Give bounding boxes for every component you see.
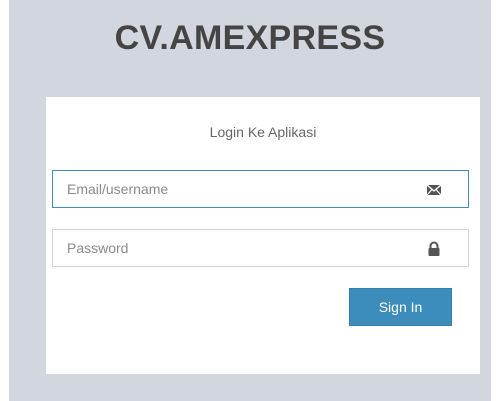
login-page: CV.AMEXPRESS Login Ke Aplikasi Email/use… <box>0 0 500 401</box>
sign-in-button[interactable]: Sign In <box>349 288 452 326</box>
login-box-message: Login Ke Aplikasi <box>209 124 317 140</box>
email-field[interactable] <box>52 170 469 208</box>
password-input[interactable] <box>53 230 427 266</box>
login-box: Login Ke Aplikasi Sign In <box>46 97 480 374</box>
password-field[interactable] <box>52 229 469 267</box>
app-logo[interactable]: CV.AMEXPRESS <box>9 16 491 60</box>
email-input[interactable] <box>53 171 427 207</box>
envelope-icon <box>426 182 442 198</box>
lock-icon <box>426 241 442 257</box>
